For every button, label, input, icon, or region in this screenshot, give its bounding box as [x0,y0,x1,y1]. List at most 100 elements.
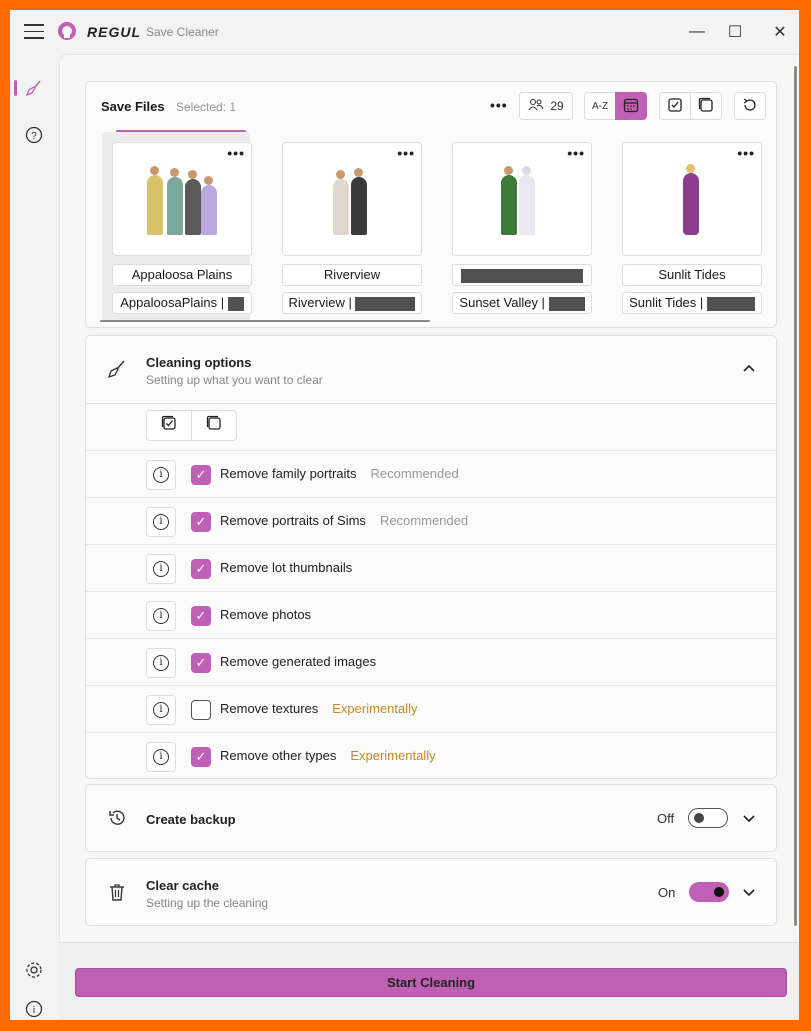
chevron-down-icon[interactable] [742,811,756,827]
option-checkbox[interactable]: ✓ [191,465,211,485]
checkbox-empty-icon [206,415,222,436]
option-label[interactable]: Remove other types Experimentally [220,748,436,763]
redacted-text [706,296,755,311]
chevron-down-icon[interactable] [742,885,756,901]
save-name: Riverview [282,264,422,286]
save-item-menu-button[interactable]: ••• [737,145,755,161]
info-button[interactable]: i [146,507,176,537]
sim-figure [333,179,349,235]
option-checkbox[interactable]: ✓ [191,747,211,767]
maximize-button[interactable]: ☐ [723,20,747,44]
option-label-text: Remove other types [220,748,337,763]
select-all-saves-button[interactable] [659,92,691,120]
option-row: i ✓ Remove other types Experimentally [86,733,776,780]
info-button[interactable]: i [146,601,176,631]
option-checkbox[interactable]: ✓ [191,606,211,626]
info-button[interactable]: i [146,695,176,725]
clear-cache-title: Clear cache [146,878,219,893]
save-item[interactable]: ••• Sunlit Tides Sunlit Tides | [612,132,762,322]
uncheck-all-button[interactable] [191,410,237,441]
title-bar: REGUL Save Cleaner — ☐ ✕ [10,10,799,54]
redacted-text [355,296,416,311]
save-subtitle: Riverview | [282,292,422,314]
sims-count-button[interactable]: 29 [519,92,573,120]
more-options-button[interactable]: ••• [490,97,508,113]
info-button[interactable]: i [146,648,176,678]
info-button[interactable]: i [146,554,176,584]
clear-cache-panel[interactable]: Clear cache Setting up the cleaning On [85,858,777,926]
close-button[interactable]: ✕ [768,20,792,44]
menu-icon[interactable] [24,24,44,40]
start-cleaning-button[interactable]: Start Cleaning [75,968,787,997]
people-icon [528,98,544,115]
svg-text:?: ? [31,131,37,142]
info-icon: i [153,655,169,671]
check-all-button[interactable] [146,410,192,441]
clear-cache-subtitle: Setting up the cleaning [146,896,269,910]
active-indicator [14,80,17,96]
save-thumbnail: ••• [622,142,762,256]
app-title: Save Cleaner [146,25,219,39]
backup-state-label: Off [657,811,675,826]
footer: Start Cleaning [59,942,799,1020]
svg-text:i: i [33,1005,36,1016]
option-label[interactable]: Remove photos [220,607,311,622]
broom-icon[interactable] [22,76,46,100]
save-thumbnail: ••• [112,142,252,256]
create-backup-panel[interactable]: Create backup Off [85,784,777,852]
cleaning-options-panel: Cleaning options Setting up what you wan… [85,335,777,779]
option-label[interactable]: Remove lot thumbnails [220,560,352,575]
cleaning-options-header[interactable]: Cleaning options Setting up what you wan… [86,336,776,404]
sim-figure [501,175,517,235]
deselect-all-saves-button[interactable] [690,92,722,120]
vertical-scrollbar[interactable] [794,66,797,926]
redacted-text [461,268,583,283]
sort-by-date-button[interactable] [615,92,647,120]
gear-icon[interactable] [22,958,46,982]
option-label[interactable]: Remove family portraits Recommended [220,466,459,481]
horizontal-scrollbar[interactable] [100,320,430,322]
cache-state-label: On [658,885,676,900]
sim-figure [201,185,217,235]
option-row: i ✓ Remove portraits of Sims Recommended [86,498,776,545]
info-icon: i [153,608,169,624]
save-item-menu-button[interactable]: ••• [227,145,245,161]
main-content: Save Files Selected: 1 ••• 29 A-Z ••• Ap… [59,54,799,942]
option-label-text: Remove textures [220,701,319,716]
save-item[interactable]: ••• Riverview Riverview | [272,132,422,322]
cleaning-options-title: Cleaning options [146,355,252,370]
sim-figure [147,175,163,235]
app-logo-icon [58,22,76,40]
help-icon[interactable]: ? [22,123,46,147]
option-checkbox[interactable] [191,700,211,720]
info-button[interactable]: i [146,460,176,490]
refresh-button[interactable] [734,92,766,120]
option-label-text: Remove generated images [220,654,377,669]
option-label-text: Remove family portraits [220,466,357,481]
backup-toggle[interactable] [688,808,728,828]
save-item-menu-button[interactable]: ••• [567,145,585,161]
option-label[interactable]: Remove portraits of Sims Recommended [220,513,468,528]
info-button[interactable]: i [146,742,176,772]
option-label[interactable]: Remove textures Experimentally [220,701,418,716]
save-item-menu-button[interactable]: ••• [397,145,415,161]
option-label-text: Remove lot thumbnails [220,560,353,575]
save-item[interactable]: ••• Sunset Valley | [442,132,592,322]
option-label[interactable]: Remove generated images [220,654,376,669]
chevron-up-icon[interactable] [742,360,756,376]
app-window: REGUL Save Cleaner — ☐ ✕ ? i Save Files … [10,10,799,1020]
cache-toggle[interactable] [689,882,729,902]
sim-figure [351,177,367,235]
minimize-button[interactable]: — [685,20,709,44]
option-row: i ✓ Remove generated images [86,639,776,686]
option-checkbox[interactable]: ✓ [191,559,211,579]
option-checkbox[interactable]: ✓ [191,653,211,673]
calendar-icon [623,97,639,116]
info-icon[interactable]: i [22,997,46,1020]
option-checkbox[interactable]: ✓ [191,512,211,532]
info-icon: i [153,702,169,718]
save-item[interactable]: ••• Appaloosa Plains AppaloosaPlains | [102,132,252,322]
sort-alphabetical-button[interactable]: A-Z [584,92,616,120]
brand-name: REGUL [87,24,141,40]
save-subtitle: AppaloosaPlains | [112,292,252,314]
